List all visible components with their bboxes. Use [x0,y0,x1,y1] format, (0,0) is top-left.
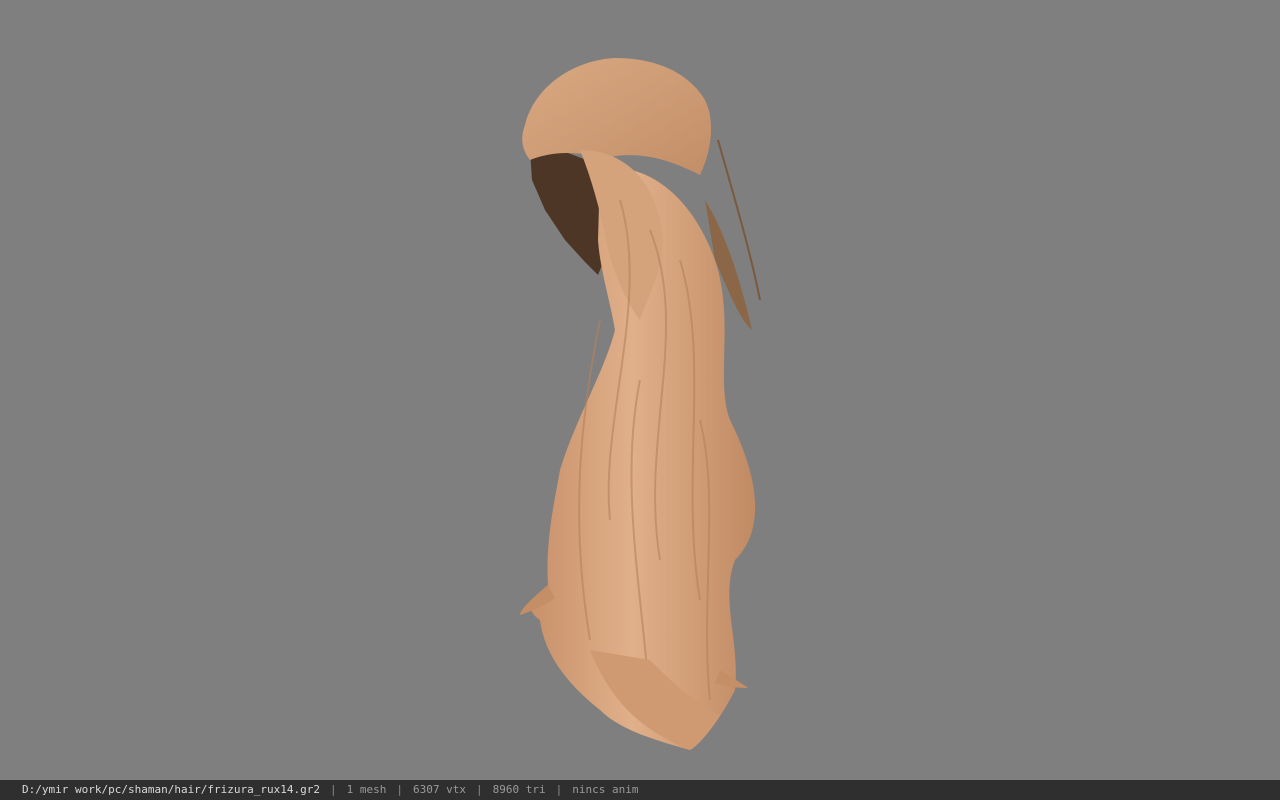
vertex-count-label: 6307 vtx [413,783,466,796]
mesh-count-label: 1 mesh [346,783,387,796]
hair-model-icon [520,58,761,750]
3d-viewport[interactable] [0,0,1280,780]
status-bar: D:/ymir work/pc/shaman/hair/frizura_rux1… [0,780,1280,800]
file-path-label: D:/ymir work/pc/shaman/hair/frizura_rux1… [22,783,321,796]
status-separator: | [555,783,563,796]
triangle-count-label: 8960 tri [492,783,546,796]
animation-status-label: nincs anim [572,783,639,796]
status-separator: | [396,783,404,796]
status-separator: | [476,783,483,796]
status-separator: | [330,783,337,796]
